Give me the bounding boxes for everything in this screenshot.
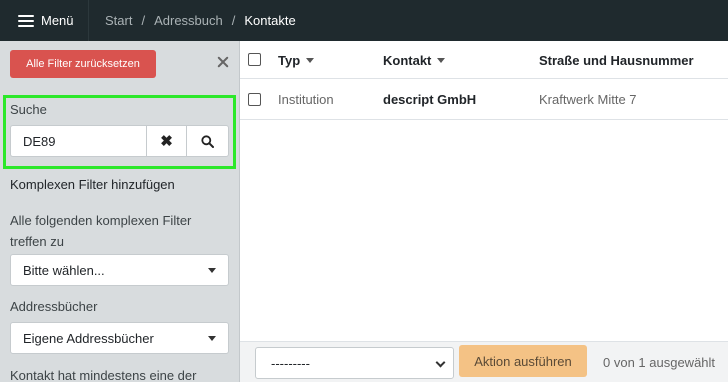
addressbooks-label: Addressbücher: [10, 299, 98, 314]
sort-caret-icon: [306, 57, 315, 63]
table-row[interactable]: Institution descript GmbH Kraftwerk Mitt…: [240, 79, 728, 120]
column-header-type[interactable]: Typ: [278, 41, 315, 79]
complex-filter-match-value: Bitte wählen...: [23, 262, 105, 278]
clear-x-icon: ✖: [160, 133, 173, 150]
column-header-contact-label: Kontakt: [383, 52, 432, 68]
search-icon: [201, 134, 214, 148]
run-action-button[interactable]: Aktion ausführen: [459, 345, 587, 377]
action-bar: --------- Aktion ausführen 0 von 1 ausge…: [240, 341, 728, 382]
column-header-contact[interactable]: Kontakt: [383, 41, 446, 79]
caret-down-icon: [208, 336, 216, 341]
top-navbar: Menü Start / Adressbuch / Kontakte: [0, 0, 728, 41]
table-header: Typ Kontakt Straße und Hausnummer: [240, 41, 728, 79]
column-header-street[interactable]: Straße und Hausnummer: [539, 41, 694, 79]
cell-contact-link[interactable]: descript GmbH: [383, 79, 476, 120]
addressbooks-select[interactable]: Eigene Addressbücher: [10, 322, 229, 354]
filter-sidebar: Alle Filter zurücksetzen Suche DE89 ✖ Ko…: [0, 41, 240, 382]
breadcrumb-addressbook[interactable]: Adressbuch: [154, 13, 223, 28]
clear-search-button[interactable]: ✖: [146, 125, 187, 157]
addressbooks-value: Eigene Addressbücher: [23, 330, 154, 346]
complex-filter-match-select[interactable]: Bitte wählen...: [10, 254, 229, 286]
action-select[interactable]: ---------: [255, 347, 454, 379]
close-icon[interactable]: [216, 55, 230, 69]
select-all-checkbox[interactable]: [248, 53, 261, 66]
contact-has-label: Kontakt hat mindestens eine der: [10, 368, 197, 382]
sort-caret-icon: [437, 57, 446, 63]
breadcrumb-start[interactable]: Start: [105, 13, 132, 28]
selection-count: 0 von 1 ausgewählt: [603, 355, 716, 370]
complex-filter-match-label: Alle folgenden komplexen Filter treffen …: [10, 213, 192, 249]
reset-filters-button[interactable]: Alle Filter zurücksetzen: [10, 50, 156, 78]
hamburger-icon: [18, 14, 34, 27]
add-complex-filter-link[interactable]: Komplexen Filter hinzufügen: [10, 177, 175, 192]
menu-label: Menü: [41, 13, 74, 28]
search-button[interactable]: [186, 125, 229, 157]
contacts-table-area: Typ Kontakt Straße und Hausnummer Instit…: [240, 41, 728, 382]
column-header-type-label: Typ: [278, 52, 301, 68]
breadcrumb-separator: /: [231, 13, 236, 28]
breadcrumb-current: Kontakte: [244, 13, 296, 28]
column-header-street-label: Straße und Hausnummer: [539, 52, 694, 68]
row-checkbox[interactable]: [248, 93, 261, 106]
action-select-value: ---------: [271, 355, 310, 371]
breadcrumb-separator: /: [141, 13, 146, 28]
cell-street: Kraftwerk Mitte 7: [539, 92, 637, 107]
menu-button[interactable]: Menü: [0, 0, 89, 41]
chevron-down-icon: [435, 357, 446, 368]
breadcrumb: Start / Adressbuch / Kontakte: [105, 0, 296, 41]
search-input[interactable]: DE89: [10, 125, 146, 157]
caret-down-icon: [208, 268, 216, 273]
search-label: Suche: [10, 102, 47, 117]
cell-type: Institution: [278, 92, 334, 107]
